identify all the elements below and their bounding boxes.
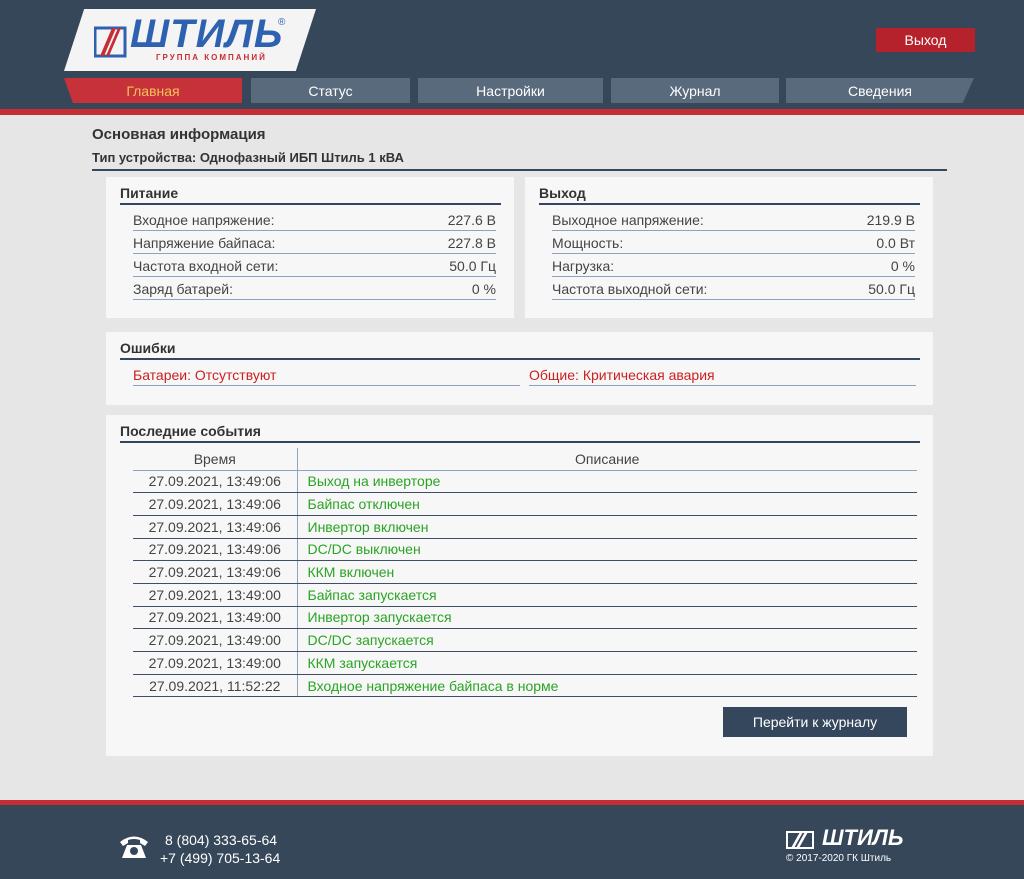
go-to-journal-button[interactable]: Перейти к журналу — [723, 707, 907, 737]
events-table: Время Описание 27.09.2021, 13:49:06 Выход… — [133, 448, 917, 698]
event-time: 27.09.2021, 13:49:00 — [133, 651, 298, 675]
phone-number-2: +7 (499) 705-13-64 — [160, 850, 281, 866]
error-item-battery: Батареи: Отсутствуют — [133, 364, 520, 386]
events-panel: Последние события Время Описание 27.09.2… — [106, 415, 933, 756]
errors-panel: Ошибки Батареи: Отсутствуют Общие: Крити… — [106, 332, 933, 405]
event-description: ККМ запускается — [297, 651, 917, 675]
phone-icon — [120, 836, 148, 858]
header-divider — [0, 109, 1024, 115]
logo-subtitle: ГРУППА КОМПАНИЙ — [156, 53, 267, 62]
logo-text: ШТИЛЬ — [130, 12, 284, 56]
row-label: Входное напряжение: — [133, 212, 275, 228]
row-value: 227.8 В — [447, 235, 496, 251]
event-time: 27.09.2021, 13:49:00 — [133, 628, 298, 652]
table-row: 27.09.2021, 13:49:06 Инвертор включен — [133, 515, 917, 539]
row-label: Заряд батарей: — [133, 281, 234, 297]
row-label: Частота входной сети: — [133, 258, 279, 274]
logo-registered: ® — [278, 17, 286, 28]
event-description: Входное напряжение байпаса в норме — [297, 674, 917, 698]
power-row: Напряжение байпаса: 227.8 В — [133, 233, 496, 254]
tab-settings[interactable]: Настройки — [418, 78, 603, 103]
event-time: 27.09.2021, 11:52:22 — [133, 674, 298, 698]
event-description: DC/DC запускается — [297, 628, 917, 652]
event-time: 27.09.2021, 13:49:06 — [133, 470, 298, 494]
output-row: Выходное напряжение: 219.9 В — [552, 210, 915, 231]
power-row: Заряд батарей: 0 % — [133, 279, 496, 300]
table-row: 27.09.2021, 13:49:00 Инвертор запускается — [133, 606, 917, 630]
logout-button[interactable]: Выход — [876, 28, 975, 52]
device-type: Тип устройства: Однофазный ИБП Штиль 1 к… — [92, 150, 947, 171]
row-value: 50.0 Гц — [449, 258, 496, 274]
footer-logo-text: ШТИЛЬ — [822, 825, 904, 850]
errors-title: Ошибки — [120, 340, 920, 360]
table-row: 27.09.2021, 13:49:00 ККМ запускается — [133, 651, 917, 675]
row-value: 0 % — [890, 258, 915, 274]
event-description: DC/DC выключен — [297, 538, 917, 562]
event-time: 27.09.2021, 13:49:00 — [133, 606, 298, 630]
row-label: Мощность: — [552, 235, 624, 251]
power-title: Питание — [120, 185, 501, 205]
event-time: 27.09.2021, 13:49:06 — [133, 515, 298, 539]
row-label: Выходное напряжение: — [552, 212, 704, 228]
power-row: Входное напряжение: 227.6 В — [133, 210, 496, 231]
events-title: Последние события — [120, 423, 920, 443]
event-description: Инвертор запускается — [297, 606, 917, 630]
output-title: Выход — [539, 185, 920, 205]
error-item-general: Общие: Критическая авария — [529, 364, 916, 386]
main-nav: Главная Статус Настройки Журнал Сведения — [0, 78, 1024, 103]
tab-journal[interactable]: Журнал — [611, 78, 779, 103]
event-time: 27.09.2021, 13:49:06 — [133, 560, 298, 584]
table-row: 27.09.2021, 13:49:00 Байпас запускается — [133, 583, 917, 607]
page-title: Основная информация — [92, 126, 266, 143]
event-description: Инвертор включен — [297, 515, 917, 539]
table-row: 27.09.2021, 11:52:22 Входное напряжение б… — [133, 674, 917, 698]
event-time: 27.09.2021, 13:49:00 — [133, 583, 298, 607]
output-row: Частота выходной сети: 50.0 Гц — [552, 279, 915, 300]
row-value: 0 % — [471, 281, 496, 297]
output-panel: Выход Выходное напряжение: 219.9 В Мощно… — [525, 177, 933, 318]
event-time: 27.09.2021, 13:49:06 — [133, 492, 298, 516]
row-label: Частота выходной сети: — [552, 281, 708, 297]
copyright: © 2017-2020 ГК Штиль — [786, 853, 892, 864]
event-time: 27.09.2021, 13:49:06 — [133, 538, 298, 562]
output-row: Нагрузка: 0 % — [552, 256, 915, 277]
row-value: 227.6 В — [447, 212, 496, 228]
table-row: 27.09.2021, 13:49:06 Выход на инверторе — [133, 470, 917, 494]
table-header-row: Время Описание — [133, 448, 917, 471]
table-row: 27.09.2021, 13:49:00 DC/DC запускается — [133, 628, 917, 652]
column-time: Время — [133, 448, 298, 471]
output-row: Мощность: 0.0 Вт — [552, 233, 915, 254]
tab-info[interactable]: Сведения — [786, 78, 974, 103]
phone-number-1: 8 (804) 333-65-64 — [165, 832, 278, 848]
tab-home[interactable]: Главная — [64, 78, 242, 103]
table-row: 27.09.2021, 13:49:06 Байпас отключен — [133, 492, 917, 516]
table-row: 27.09.2021, 13:49:06 DC/DC выключен — [133, 538, 917, 562]
table-row: 27.09.2021, 13:49:06 ККМ включен — [133, 560, 917, 584]
event-description: Байпас запускается — [297, 583, 917, 607]
row-value: 50.0 Гц — [868, 281, 915, 297]
tab-status[interactable]: Статус — [251, 78, 410, 103]
column-description: Описание — [297, 448, 917, 471]
power-panel: Питание Входное напряжение: 227.6 В Напр… — [106, 177, 514, 318]
shtil-logo-icon — [94, 26, 127, 58]
row-label: Нагрузка: — [552, 258, 615, 274]
event-description: Байпас отключен — [297, 492, 917, 516]
power-row: Частота входной сети: 50.0 Гц — [133, 256, 496, 277]
footer-logo-icon — [786, 831, 814, 849]
row-value: 0.0 Вт — [876, 235, 915, 251]
event-description: ККМ включен — [297, 560, 917, 584]
row-value: 219.9 В — [866, 212, 915, 228]
event-description: Выход на инверторе — [297, 470, 917, 494]
row-label: Напряжение байпаса: — [133, 235, 276, 251]
